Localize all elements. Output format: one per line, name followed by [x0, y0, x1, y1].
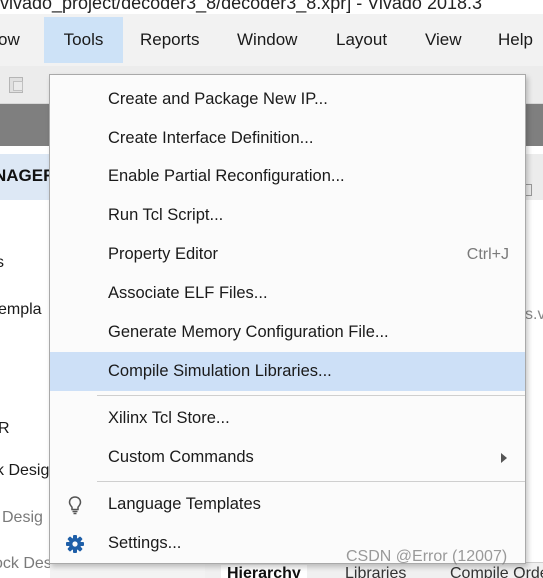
menu-item-custom-commands[interactable]: Custom Commands: [50, 438, 525, 477]
menu-item-label: Custom Commands: [108, 448, 254, 466]
menu-help[interactable]: Help: [498, 17, 543, 63]
right-pane-text: s.v: [525, 306, 543, 323]
flow-nav-item[interactable]: empla: [0, 301, 42, 319]
menu-item-associate-elf-files[interactable]: Associate ELF Files...: [50, 274, 525, 313]
tab-hierarchy[interactable]: Hierarchy: [221, 565, 307, 578]
menu-label: Reports: [140, 30, 200, 49]
menu-item-label: Create Interface Definition...: [108, 129, 314, 147]
menu-item-property-editor[interactable]: Property Editor Ctrl+J: [50, 235, 525, 274]
menu-item-label: Enable Partial Reconfiguration...: [108, 167, 345, 185]
menu-label: View: [425, 30, 462, 49]
menu-item-label: Language Templates: [108, 495, 261, 513]
right-pane: s.v: [525, 146, 543, 578]
flow-nav-item[interactable]: s: [0, 254, 4, 272]
title-bar: vivado_project/decoder3_8/decoder3_8.xpr…: [0, 0, 543, 14]
menu-label: Layout: [336, 30, 388, 49]
menu-item-language-templates[interactable]: Language Templates: [50, 485, 525, 524]
flow-nav-item[interactable]: Desig: [2, 509, 43, 527]
menu-item-label: Generate Memory Configuration File...: [108, 323, 389, 341]
menu-item-label: Associate ELF Files...: [108, 284, 268, 302]
submenu-arrow-icon: [501, 453, 507, 463]
menu-item-create-package-ip[interactable]: Create and Package New IP...: [50, 80, 525, 119]
menu-separator: [97, 481, 525, 482]
menu-item-xilinx-tcl-store[interactable]: Xilinx Tcl Store...: [50, 399, 525, 438]
flow-nav-item[interactable]: k Desig: [0, 462, 49, 480]
menu-label: Window: [237, 30, 298, 49]
menu-label: ow: [0, 30, 20, 49]
tab-libraries[interactable]: Libraries: [345, 565, 406, 578]
menu-item-label: Create and Package New IP...: [108, 90, 328, 108]
menu-view[interactable]: View: [425, 17, 470, 63]
flow-navigator-header: NAGER: [0, 154, 50, 200]
menu-layout[interactable]: Layout: [336, 17, 396, 63]
menu-separator: [97, 395, 525, 396]
menu-item-shortcut: Ctrl+J: [466, 246, 509, 263]
gear-icon: [64, 533, 86, 555]
menu-item-label: Property Editor: [108, 245, 219, 263]
menu-item-create-interface-definition[interactable]: Create Interface Definition...: [50, 119, 525, 158]
menu-item-label: Xilinx Tcl Store...: [108, 409, 230, 427]
restore-icon[interactable]: [525, 184, 532, 196]
menu-window-fragment[interactable]: ow: [0, 17, 38, 63]
tab-compile-order[interactable]: Compile Order: [450, 565, 543, 578]
flow-nav-item[interactable]: ock Design: [0, 555, 50, 573]
menu-label: Tools: [63, 30, 104, 49]
menu-tools[interactable]: Tools: [44, 17, 123, 63]
copy-icon[interactable]: [9, 77, 23, 93]
flow-navigator-title: NAGER: [0, 166, 50, 185]
menu-item-compile-simulation-libraries[interactable]: Compile Simulation Libraries...: [50, 352, 525, 391]
menu-item-enable-partial-reconfiguration[interactable]: Enable Partial Reconfiguration...: [50, 157, 525, 196]
menu-bar: ow Tools Reports Window Layout View Help: [0, 14, 543, 66]
window-title: vivado_project/decoder3_8/decoder3_8.xpr…: [0, 0, 483, 13]
lightbulb-icon: [64, 494, 86, 516]
menu-item-label: Run Tcl Script...: [108, 206, 224, 224]
menu-label: Help: [498, 30, 533, 49]
menu-item-label: Settings...: [108, 534, 182, 552]
menu-item-run-tcl-script[interactable]: Run Tcl Script...: [50, 196, 525, 235]
menu-window[interactable]: Window: [237, 17, 307, 63]
flow-navigator: NAGER s empla R k Desig Desig ock Design: [0, 146, 50, 578]
flow-nav-item[interactable]: R: [0, 420, 10, 438]
watermark: CSDN @Error (12007): [346, 548, 508, 565]
tools-menu: Create and Package New IP... Create Inte…: [49, 74, 526, 564]
menu-reports[interactable]: Reports: [140, 17, 210, 63]
menu-item-label: Compile Simulation Libraries...: [108, 362, 332, 380]
menu-item-generate-memory-configuration[interactable]: Generate Memory Configuration File...: [50, 313, 525, 352]
